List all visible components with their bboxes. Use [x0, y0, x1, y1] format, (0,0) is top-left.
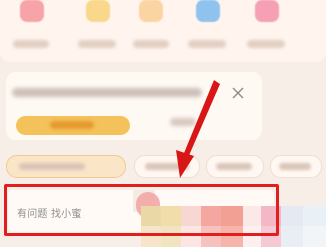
promo-text — [12, 88, 202, 97]
chip-1-text — [19, 163, 85, 170]
chip-1[interactable] — [6, 155, 126, 178]
quick-icon-3-label — [133, 40, 169, 48]
quick-icon-1-label — [13, 40, 49, 48]
quick-icon-4[interactable] — [196, 0, 220, 22]
quick-icon-2-label — [78, 40, 116, 48]
promo-side-text — [170, 118, 196, 126]
quick-icon-5-label — [247, 40, 285, 48]
chip-2-text — [145, 163, 189, 170]
chip-3[interactable] — [206, 155, 264, 178]
quick-icon-3[interactable] — [139, 0, 163, 22]
quick-icon-2[interactable] — [86, 0, 110, 22]
chip-4[interactable] — [270, 155, 322, 178]
suggestion-chips — [0, 155, 326, 179]
promo-button[interactable] — [16, 116, 130, 135]
chip-3-text — [216, 163, 252, 170]
search-highlight-frame — [4, 184, 279, 236]
chip-2[interactable] — [134, 155, 200, 178]
quick-icon-1[interactable] — [20, 0, 44, 22]
close-icon[interactable] — [231, 86, 245, 100]
quick-icon-5[interactable] — [255, 0, 279, 22]
promo-button-label — [50, 121, 94, 129]
quick-access-icons — [0, 0, 326, 62]
quick-icon-4-label — [188, 40, 226, 48]
chip-4-text — [279, 163, 311, 170]
